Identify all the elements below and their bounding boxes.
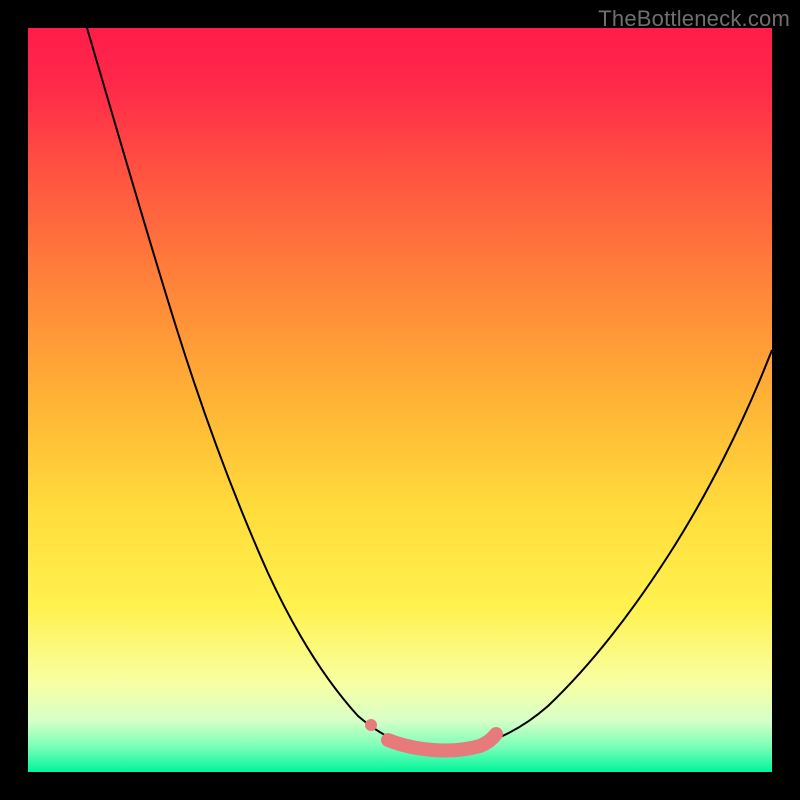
gradient-background [28,28,772,772]
chart-canvas [28,28,772,772]
watermark-text: TheBottleneck.com [598,6,790,32]
chart-frame [28,28,772,772]
highlight-dot [365,719,377,731]
